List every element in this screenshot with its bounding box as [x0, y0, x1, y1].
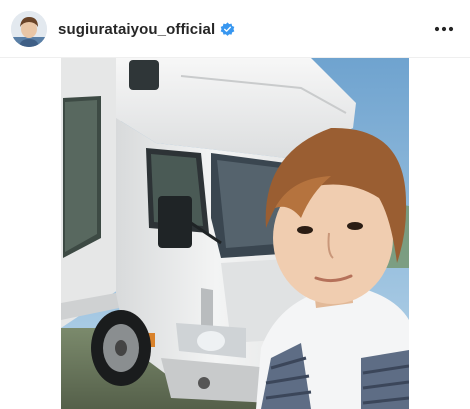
more-options-icon[interactable] [432, 19, 456, 39]
username[interactable]: sugiurataiyou_official [58, 21, 215, 38]
post-image[interactable] [61, 58, 409, 409]
post-header: sugiurataiyou_official [0, 0, 470, 58]
avatar[interactable] [11, 11, 47, 47]
verified-badge-icon [220, 21, 235, 37]
